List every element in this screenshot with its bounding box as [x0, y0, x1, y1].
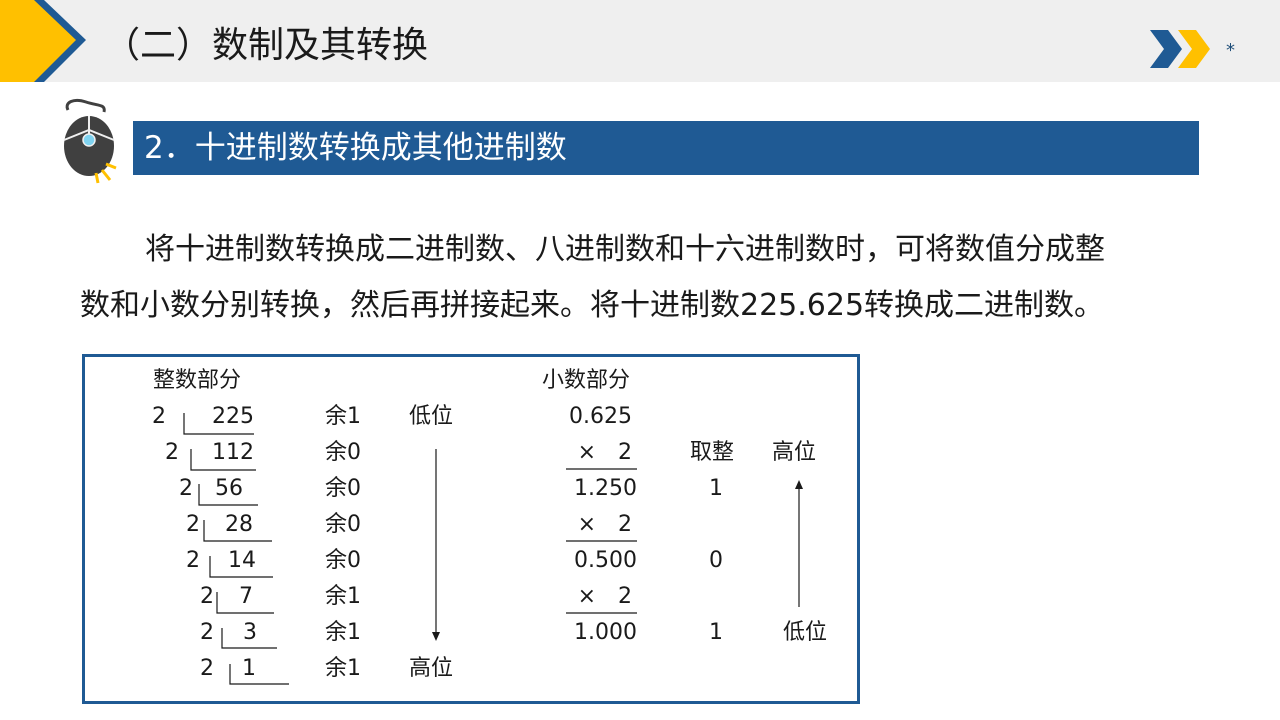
division-lines [183, 413, 803, 685]
arrow-down-icon [432, 632, 440, 641]
arrow-up-icon [795, 480, 803, 489]
